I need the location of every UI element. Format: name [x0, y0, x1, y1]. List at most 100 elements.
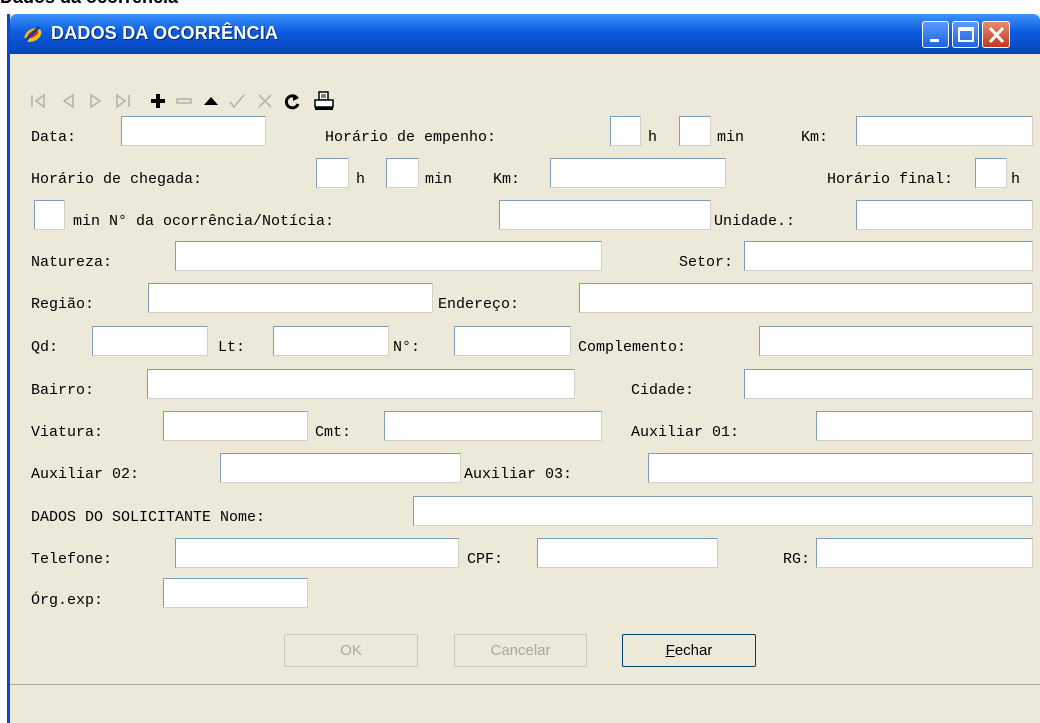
natureza-input[interactable]: [175, 241, 602, 271]
post-record-button[interactable]: [226, 90, 248, 112]
rg-label: RG:: [783, 551, 811, 568]
chegada-min-label: min: [425, 171, 453, 188]
solicitante-nome-label: DADOS DO SOLICITANTE Nome:: [31, 509, 266, 526]
maximize-icon: [958, 27, 974, 42]
km1-label: Km:: [801, 129, 829, 146]
complemento-input[interactable]: [759, 326, 1033, 356]
regiao-input[interactable]: [148, 283, 433, 313]
cpf-input[interactable]: [537, 538, 718, 568]
km2-input[interactable]: [550, 158, 726, 188]
last-record-button[interactable]: [112, 90, 134, 112]
bairro-label: Bairro:: [31, 382, 95, 399]
telefone-label: Telefone:: [31, 551, 113, 568]
dados-ocorrencia-window: DADOS DA OCORRÊNCIA Data: Horário de emp…: [7, 14, 1040, 723]
solicitante-nome-input[interactable]: [413, 496, 1033, 526]
qd-input[interactable]: [92, 326, 208, 356]
chegada-hora-input[interactable]: [316, 158, 349, 188]
prior-record-icon: [62, 93, 74, 109]
chegada-min-input[interactable]: [386, 158, 419, 188]
cancelar-button[interactable]: Cancelar: [454, 634, 587, 667]
auxiliar03-input[interactable]: [648, 453, 1033, 483]
cancel-edit-icon: [258, 94, 272, 108]
delete-record-button[interactable]: [173, 90, 195, 112]
close-icon: [988, 26, 1005, 44]
setor-label: Setor:: [679, 254, 734, 271]
empenho-h-label: h: [648, 129, 658, 146]
final-min-input[interactable]: [34, 200, 65, 230]
empenho-min-label: min: [717, 129, 745, 146]
unidade-label: Unidade.:: [714, 213, 796, 230]
km2-label: Km:: [493, 171, 521, 188]
auxiliar01-input[interactable]: [816, 411, 1033, 441]
lt-input[interactable]: [273, 326, 389, 356]
fechar-button[interactable]: Fechar: [622, 634, 756, 667]
refresh-button[interactable]: [281, 90, 303, 112]
insert-record-button[interactable]: [147, 90, 169, 112]
rg-input[interactable]: [816, 538, 1033, 568]
insert-icon: [151, 94, 165, 108]
next-record-icon: [90, 93, 102, 109]
prior-record-button[interactable]: [57, 90, 79, 112]
horario-final-label: Horário final:: [827, 171, 954, 188]
post-icon: [229, 94, 245, 109]
qd-label: Qd:: [31, 339, 59, 356]
maximize-button[interactable]: [952, 21, 979, 48]
refresh-icon: [284, 94, 300, 110]
numero-label: N°:: [393, 339, 421, 356]
auxiliar02-label: Auxiliar 02:: [31, 466, 140, 483]
cpf-label: CPF:: [467, 551, 504, 568]
auxiliar02-input[interactable]: [220, 453, 461, 483]
status-bar: [10, 684, 1040, 710]
last-record-icon: [116, 93, 130, 109]
cancel-edit-button[interactable]: [254, 90, 276, 112]
first-record-button[interactable]: [27, 90, 49, 112]
org-exp-label: Órg.exp:: [31, 592, 104, 609]
bairro-input[interactable]: [147, 369, 575, 399]
natureza-label: Natureza:: [31, 254, 113, 271]
page-caption: Dados da ocorrência: [0, 0, 178, 8]
complemento-label: Complemento:: [578, 339, 687, 356]
fechar-label: echar: [674, 642, 713, 659]
regiao-label: Região:: [31, 296, 95, 313]
print-button[interactable]: [313, 90, 335, 112]
telefone-input[interactable]: [175, 538, 459, 568]
data-label: Data:: [31, 129, 77, 146]
minimize-button[interactable]: [922, 21, 949, 48]
delete-icon: [176, 98, 192, 104]
km1-input[interactable]: [856, 116, 1033, 146]
cidade-label: Cidade:: [631, 382, 695, 399]
cmt-input[interactable]: [384, 411, 602, 441]
ocorrencia-numero-label: min N° da ocorrência/Notícia:: [73, 213, 335, 230]
auxiliar01-label: Auxiliar 01:: [631, 424, 740, 441]
ocorrencia-numero-input[interactable]: [499, 200, 711, 230]
chegada-h-label: h: [356, 171, 366, 188]
viatura-input[interactable]: [163, 411, 308, 441]
numero-input[interactable]: [454, 326, 571, 356]
unidade-input[interactable]: [856, 200, 1033, 230]
empenho-min-input[interactable]: [679, 116, 711, 146]
endereco-label: Endereço:: [438, 296, 520, 313]
close-window-button[interactable]: [982, 21, 1010, 48]
empenho-hora-input[interactable]: [610, 116, 641, 146]
app-icon: [23, 25, 42, 43]
endereco-input[interactable]: [579, 283, 1033, 313]
next-record-button[interactable]: [85, 90, 107, 112]
lt-label: Lt:: [218, 339, 246, 356]
setor-input[interactable]: [744, 241, 1033, 271]
cidade-input[interactable]: [744, 369, 1033, 399]
title-bar[interactable]: DADOS DA OCORRÊNCIA: [10, 14, 1040, 54]
ok-button[interactable]: OK: [284, 634, 418, 667]
auxiliar03-label: Auxiliar 03:: [464, 466, 573, 483]
print-icon: [314, 91, 334, 110]
final-hora-input[interactable]: [975, 158, 1007, 188]
horario-chegada-label: Horário de chegada:: [31, 171, 203, 188]
data-input[interactable]: [121, 116, 266, 146]
edit-icon: [204, 97, 218, 105]
edit-record-button[interactable]: [200, 90, 222, 112]
final-h-label: h: [1011, 171, 1021, 188]
fechar-hotkey: F: [665, 642, 675, 659]
cmt-label: Cmt:: [315, 424, 352, 441]
minimize-icon: [930, 39, 939, 42]
horario-empenho-label: Horário de empenho:: [325, 129, 497, 146]
org-exp-input[interactable]: [163, 578, 308, 608]
